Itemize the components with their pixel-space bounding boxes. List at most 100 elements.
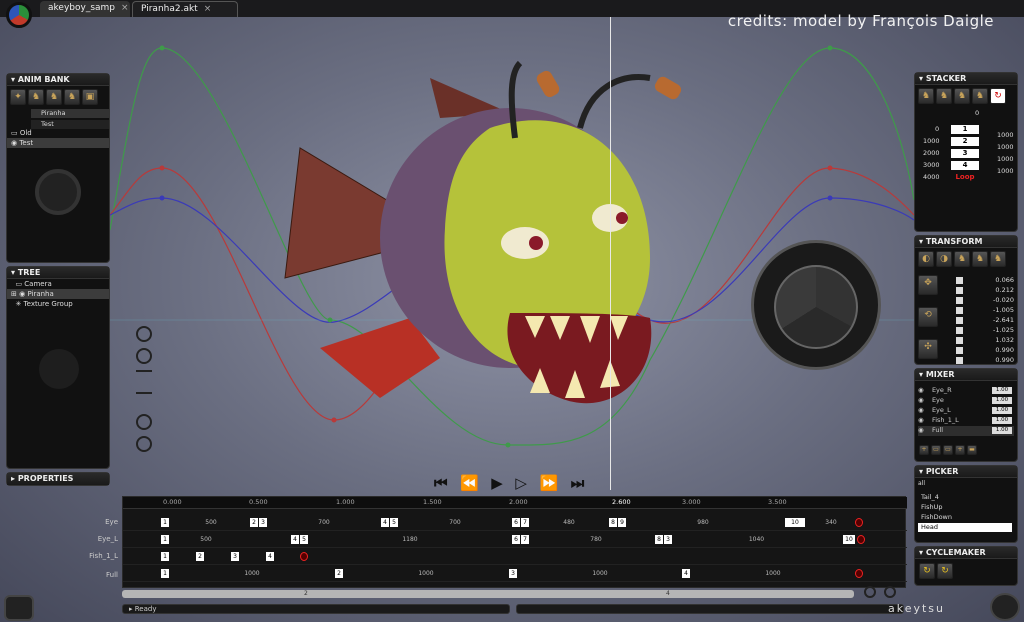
panel-title[interactable]: ▾ STACKER — [915, 73, 1017, 85]
transform-row[interactable]: -0.020 — [956, 296, 1016, 306]
mixer-row[interactable]: ◉ Full 1.00 — [918, 426, 1014, 436]
character-icon[interactable]: ♞ — [918, 88, 934, 104]
radial-menu[interactable] — [751, 240, 881, 370]
cycle-icon[interactable]: ↻ — [919, 563, 935, 579]
character-icon[interactable]: ♞ — [28, 89, 44, 105]
radial-menu-center[interactable] — [774, 265, 858, 349]
transform-row[interactable]: 1.032 — [956, 336, 1016, 346]
current-time-cursor[interactable] — [610, 0, 611, 490]
app-logo[interactable] — [6, 2, 32, 28]
mixer-row[interactable]: ◉ Eye_R 1.00 — [918, 386, 1014, 396]
add-folder-icon[interactable]: ▣ — [82, 89, 98, 105]
panel-title[interactable]: ▾ MIXER — [915, 369, 1017, 381]
character-icon[interactable]: ♞ — [46, 89, 62, 105]
character-icon[interactable]: ♞ — [954, 251, 970, 267]
prev-key-icon[interactable]: ⏪ — [460, 474, 479, 492]
timeline[interactable]: 0.000 0.500 1.000 1.500 2.000 2.600 3.00… — [122, 496, 907, 588]
picker-item-selected[interactable]: Head — [918, 523, 1012, 532]
folder-icon[interactable]: ▭ — [943, 445, 953, 455]
track-eye-l[interactable]: 1 500 45 1180 67 780 83 1040 10 — [123, 531, 907, 548]
picker-filter[interactable]: all — [915, 478, 1017, 489]
transform-row[interactable]: -1.025 — [956, 326, 1016, 336]
character-icon[interactable]: ♞ — [936, 88, 952, 104]
mixer-row[interactable]: ◉ Fish_1_L 1.00 — [918, 416, 1014, 426]
panel-title[interactable]: ▾ PICKER — [915, 466, 1017, 478]
play-search-icon[interactable]: ▷ — [515, 474, 527, 492]
track-full[interactable]: 1 1000 2 1000 3 1000 4 1000 — [123, 565, 907, 582]
anim-select[interactable]: Test — [31, 120, 109, 129]
zoom-in-icon[interactable] — [864, 586, 876, 598]
loop-key-icon[interactable] — [300, 552, 308, 561]
transform-row[interactable]: 0.212 — [956, 286, 1016, 296]
tab-piranha[interactable]: Piranha2.akt × — [132, 1, 238, 17]
transform-row[interactable]: -1.005 — [956, 306, 1016, 316]
transform-row[interactable]: 0.990 — [956, 346, 1016, 356]
loop-slot[interactable]: Loop — [951, 173, 979, 182]
first-frame-icon[interactable]: ⏮ — [434, 474, 448, 492]
rotate-gizmo-icon[interactable]: ⟲ — [918, 307, 938, 327]
properties-panel[interactable]: ▸ PROPERTIES — [6, 472, 110, 486]
curve-icon[interactable] — [136, 392, 152, 408]
add-icon[interactable]: + — [955, 445, 965, 455]
list-item[interactable]: ▭ Old — [7, 128, 109, 138]
close-icon[interactable]: × — [204, 4, 212, 14]
picker-item[interactable]: FishDown — [918, 513, 1012, 522]
zoom-out-icon[interactable] — [884, 586, 896, 598]
stack-slot[interactable]: 4 — [951, 161, 979, 170]
add-icon[interactable]: + — [919, 445, 929, 455]
loop-key-icon[interactable] — [855, 518, 863, 527]
refresh-icon[interactable]: ↻ — [990, 88, 1006, 104]
camera-icon[interactable]: ◐ — [918, 251, 934, 267]
mixer-row[interactable]: ◉ Eye 1.00 — [918, 396, 1014, 406]
piranha-model[interactable] — [280, 58, 700, 428]
scale-gizmo-icon[interactable]: ✣ — [918, 339, 938, 359]
loop-key-icon[interactable] — [855, 569, 863, 578]
tree-item-texture-group[interactable]: ✳ Texture Group — [7, 299, 109, 309]
delete-icon[interactable]: ▬ — [967, 445, 977, 455]
time-ruler[interactable]: 0.000 0.500 1.000 1.500 2.000 2.600 3.00… — [123, 497, 907, 509]
stack-slot[interactable]: 2 — [951, 137, 979, 146]
move-gizmo-icon[interactable]: ✥ — [918, 275, 938, 295]
panel-title[interactable]: ▾ TRANSFORM — [915, 236, 1017, 248]
curve-icon[interactable] — [136, 436, 152, 452]
transform-row[interactable]: -2.641 — [956, 316, 1016, 326]
track-eye[interactable]: 1 500 23 700 45 700 67 480 89 980 10 340 — [123, 514, 907, 531]
timeline-scrollbar[interactable]: 2 4 — [122, 590, 854, 598]
panel-title[interactable]: ▾ CYCLEMAKER — [915, 547, 1017, 559]
panel-title[interactable]: ▸ PROPERTIES — [7, 473, 109, 485]
close-icon[interactable]: × — [121, 3, 129, 13]
mixer-row[interactable]: ◉ Eye_L 1.00 — [918, 406, 1014, 416]
help-icon[interactable] — [990, 593, 1020, 621]
tree-item-piranha[interactable]: ⊞ ◉ Piranha — [7, 289, 109, 299]
last-frame-icon[interactable]: ⏭ — [571, 474, 585, 492]
panel-title[interactable]: ▾ ANIM BANK — [7, 74, 109, 86]
folder-icon[interactable]: ▭ — [931, 445, 941, 455]
zoom-in-icon[interactable] — [136, 326, 152, 342]
picker-item[interactable]: Tail_4 — [918, 493, 1012, 502]
curve-icon[interactable] — [136, 414, 152, 430]
cycle-icon[interactable]: ↻ — [937, 563, 953, 579]
settings-icon[interactable] — [4, 595, 34, 621]
list-item[interactable]: ◉ Test — [7, 138, 109, 148]
zoom-out-icon[interactable] — [136, 348, 152, 364]
character-select[interactable]: Piranha — [31, 109, 109, 118]
tree-item-camera[interactable]: ▭ Camera — [7, 279, 109, 289]
tab-akeyboy[interactable]: akeyboy_samp × — [40, 1, 130, 17]
character-icon[interactable]: ♞ — [972, 251, 988, 267]
panel-title[interactable]: ▾ TREE — [7, 267, 109, 279]
picker-item[interactable]: FishUp — [918, 503, 1012, 512]
camera-icon[interactable]: ◑ — [936, 251, 952, 267]
character-icon[interactable]: ♞ — [972, 88, 988, 104]
character-icon[interactable]: ♞ — [954, 88, 970, 104]
character-icon[interactable]: ♞ — [64, 89, 80, 105]
frame-counter[interactable]: 0 — [975, 109, 979, 117]
stack-slot[interactable]: 1 — [951, 125, 979, 134]
transform-row[interactable]: 0.990 — [956, 356, 1016, 366]
track-fish-1-l[interactable]: 1 2 3 4 — [123, 548, 907, 565]
next-key-icon[interactable]: ⏩ — [539, 474, 558, 492]
add-character-icon[interactable]: ✦ — [10, 89, 26, 105]
stack-slot[interactable]: 3 — [951, 149, 979, 158]
loop-key-icon[interactable] — [857, 535, 865, 544]
character-icon[interactable]: ♞ — [990, 251, 1006, 267]
curve-icon[interactable] — [136, 370, 152, 386]
